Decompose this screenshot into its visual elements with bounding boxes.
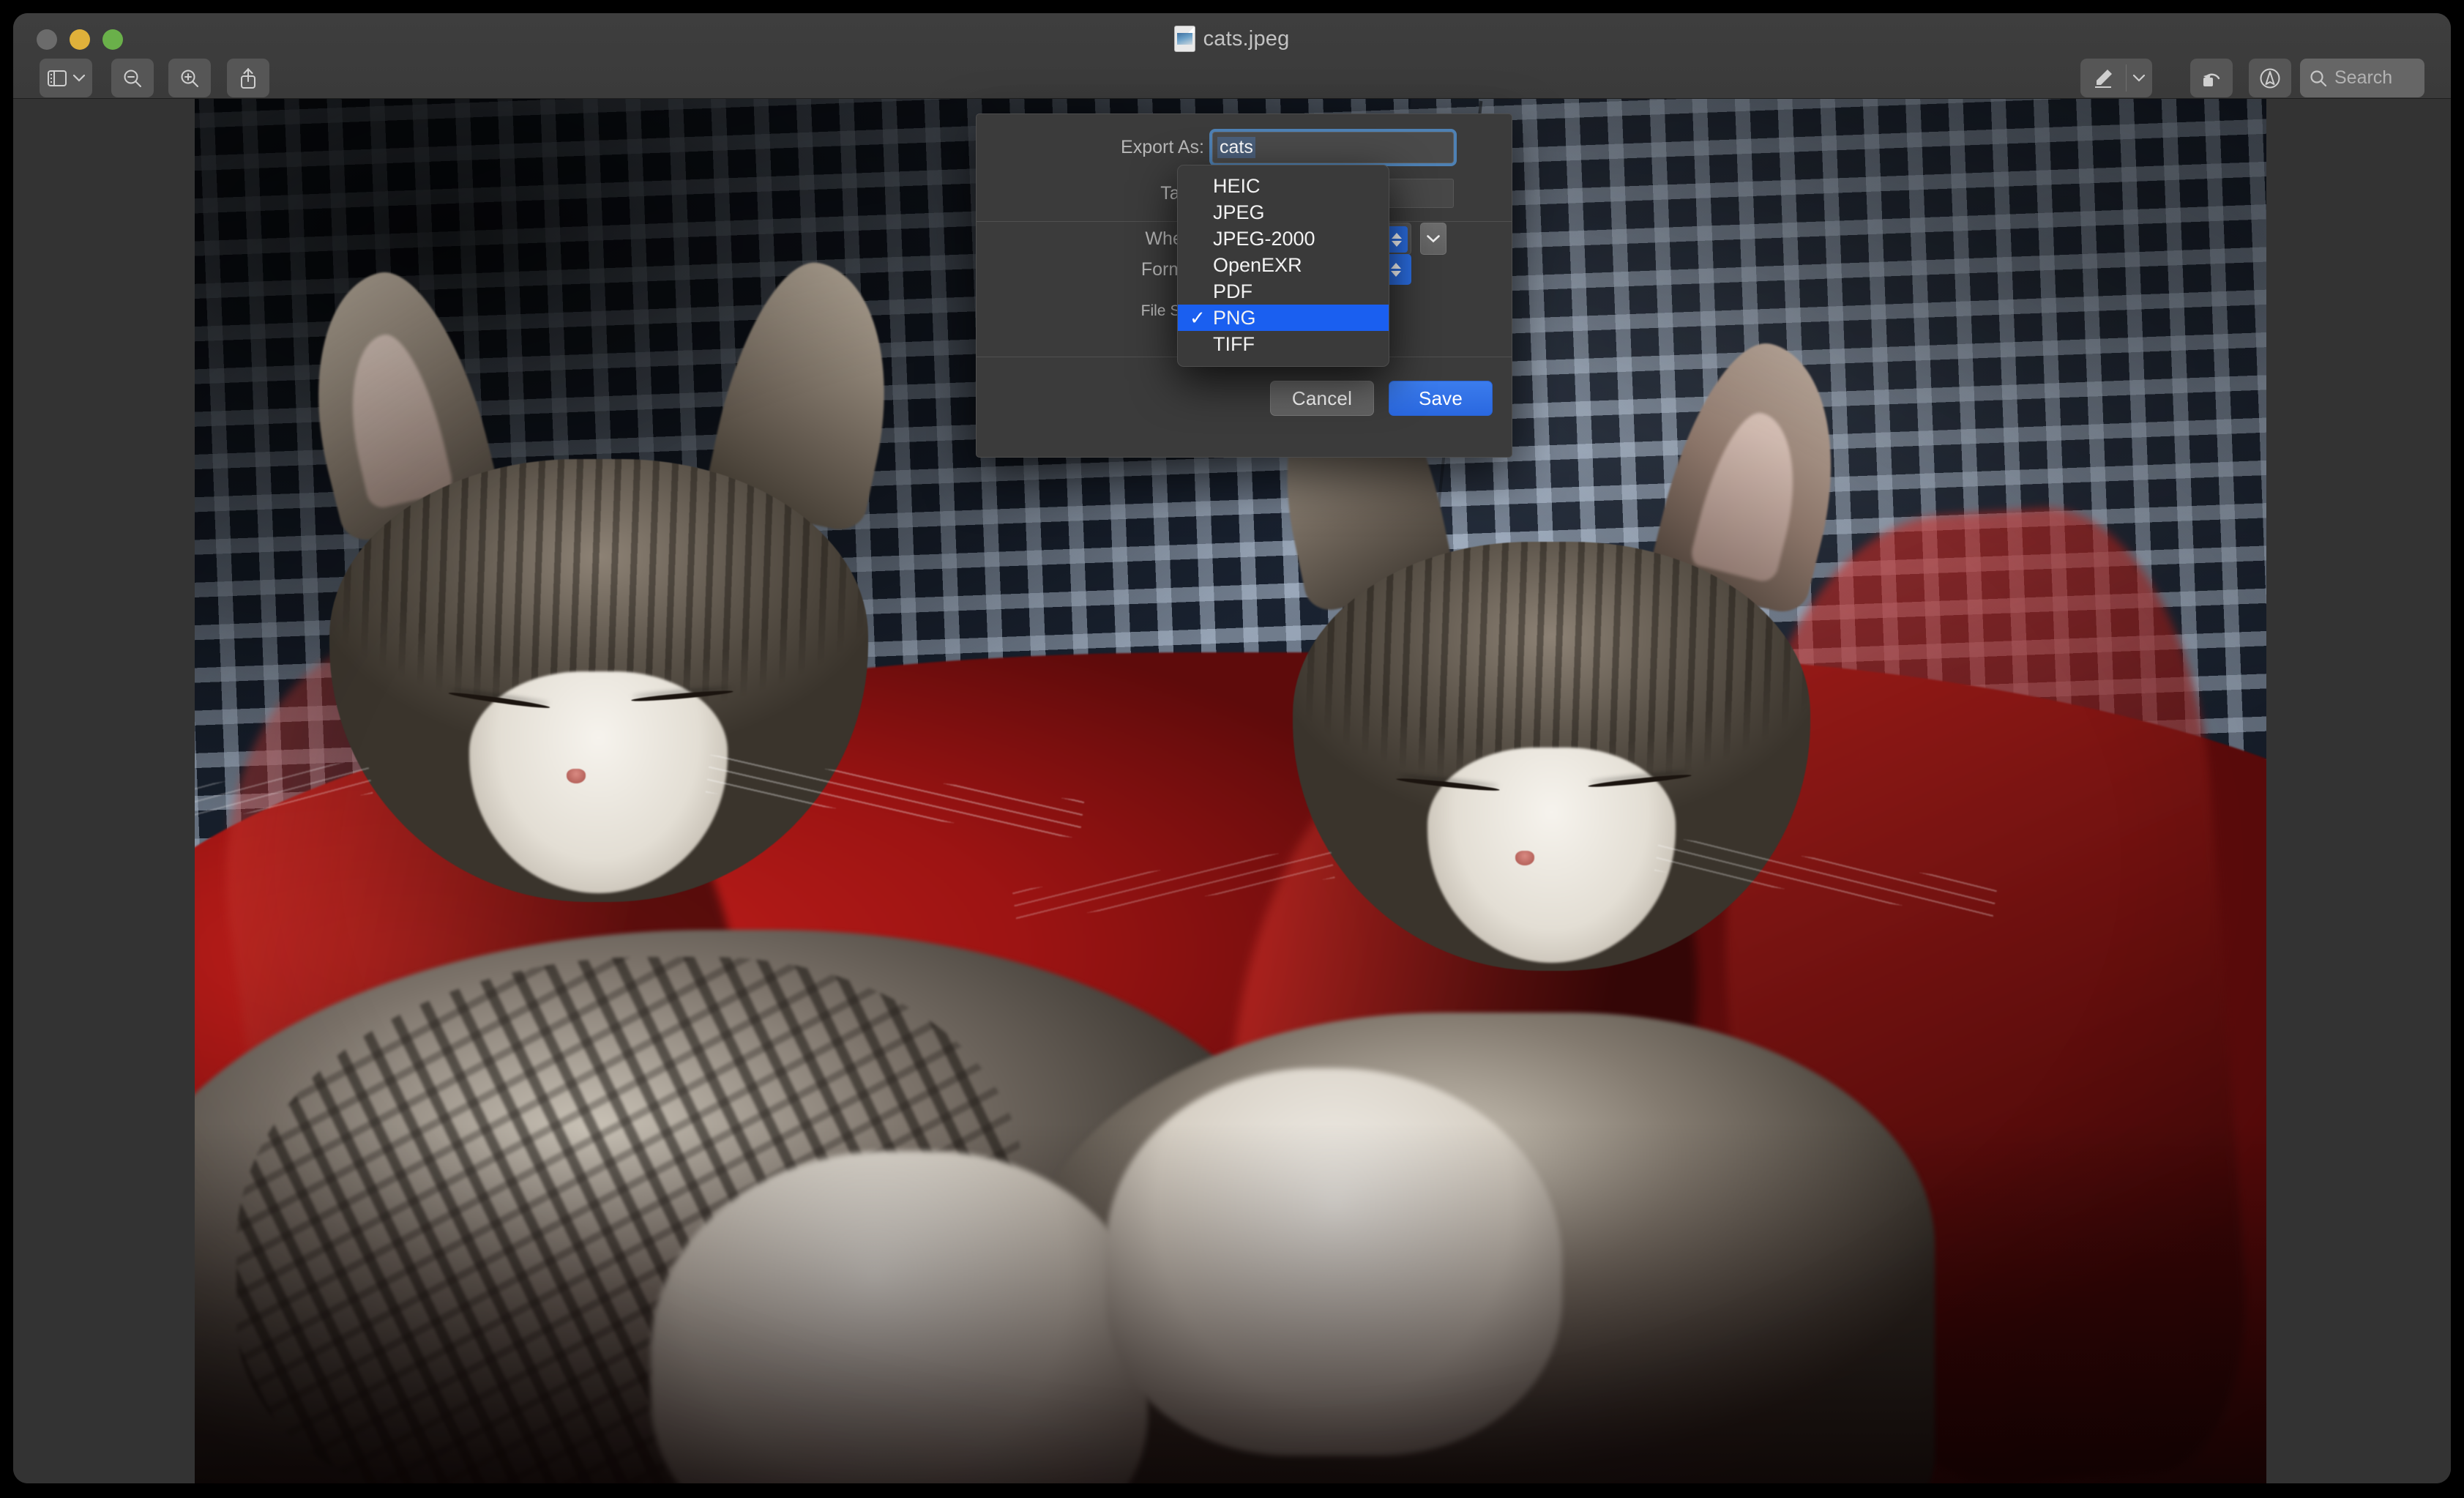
format-menu-item-label: PDF	[1213, 280, 1252, 302]
format-menu-item-png[interactable]: ✓ PNG	[1178, 305, 1389, 331]
close-button[interactable]	[37, 29, 57, 50]
checkmark-icon: ✓	[1190, 307, 1206, 329]
markup-chevron-down-icon[interactable]	[2126, 74, 2152, 82]
format-menu-item-label: JPEG-2000	[1213, 227, 1315, 250]
preview-window: cats.jpeg Search Export As: cats Where: …	[13, 13, 2451, 1483]
share-button[interactable]	[227, 59, 269, 97]
search-input[interactable]: Search	[2300, 59, 2424, 97]
document-icon	[1174, 26, 1195, 51]
rotate-left-button[interactable]	[2190, 59, 2233, 97]
zoom-button[interactable]	[102, 29, 123, 50]
pen-icon	[2080, 67, 2126, 89]
format-menu-item-label: PNG	[1213, 306, 1256, 329]
zoom-in-icon	[179, 68, 200, 89]
save-button[interactable]: Save	[1389, 381, 1493, 416]
format-menu-item-label: JPEG	[1213, 201, 1265, 223]
format-menu-item-openexr[interactable]: OpenEXR	[1178, 252, 1389, 278]
blanket-shadow	[195, 1123, 2266, 1483]
window-controls	[37, 29, 123, 50]
chevron-down-icon	[72, 74, 85, 82]
zoom-out-button[interactable]	[111, 59, 154, 97]
sidebar-icon	[47, 70, 67, 86]
rotate-left-icon	[2200, 68, 2222, 89]
format-menu-item-label: TIFF	[1213, 332, 1255, 355]
window-title: cats.jpeg	[1203, 26, 1290, 51]
markup-button[interactable]	[2080, 59, 2152, 97]
toolbar: Search	[13, 56, 2451, 98]
format-menu-item-jpeg[interactable]: JPEG	[1178, 199, 1389, 226]
search-placeholder: Search	[2334, 67, 2393, 88]
annotate-button[interactable]	[2249, 59, 2291, 97]
cat-right-head	[1012, 329, 1998, 972]
export-as-label: Export As:	[1121, 137, 1204, 157]
format-dropdown-menu: HEIC JPEG JPEG-2000 OpenEXR PDF ✓ PNG TI…	[1177, 165, 1389, 367]
export-dialog-button-section: Cancel Save	[977, 357, 1512, 456]
format-menu-item-jpeg-2000[interactable]: JPEG-2000	[1178, 226, 1389, 252]
zoom-out-icon	[122, 68, 143, 89]
dialog-actions: Cancel Save	[1270, 381, 1493, 416]
share-icon	[239, 67, 257, 89]
format-menu-item-pdf[interactable]: PDF	[1178, 278, 1389, 305]
minimize-button[interactable]	[70, 29, 90, 50]
format-menu-item-label: OpenEXR	[1213, 253, 1302, 276]
titlebar: cats.jpeg Search	[13, 13, 2451, 99]
sidebar-view-button[interactable]	[40, 59, 92, 97]
zoom-in-button[interactable]	[168, 59, 211, 97]
export-name-value: cats	[1217, 136, 1255, 159]
format-menu-item-label: HEIC	[1213, 174, 1261, 197]
markup-divider	[2126, 64, 2127, 92]
chevron-down-icon	[1391, 270, 1401, 277]
search-icon	[2309, 69, 2328, 88]
chevron-up-icon	[1391, 262, 1401, 269]
format-menu-item-tiff[interactable]: TIFF	[1178, 331, 1389, 357]
format-menu-item-heic[interactable]: HEIC	[1178, 173, 1389, 199]
cat-left-head	[195, 250, 1085, 902]
annotate-icon	[2259, 67, 2281, 89]
window-title-group: cats.jpeg	[13, 26, 2451, 51]
export-as-row: Export As: cats	[977, 132, 1512, 163]
cat-left-nose	[566, 769, 586, 784]
cancel-button[interactable]: Cancel	[1270, 381, 1374, 416]
export-name-input[interactable]: cats	[1212, 132, 1454, 163]
